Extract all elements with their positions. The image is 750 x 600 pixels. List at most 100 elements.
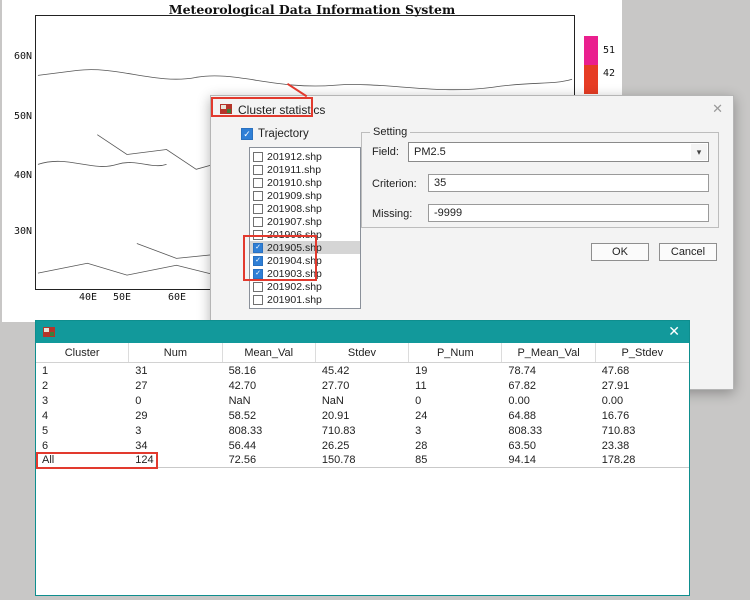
file-item[interactable]: 201909.shp <box>250 189 360 202</box>
trajectory-label: Trajectory <box>258 128 309 140</box>
y-axis-tick: 30N <box>4 226 32 237</box>
checkbox-icon[interactable]: ✓ <box>253 256 263 266</box>
file-item[interactable]: 201911.shp <box>250 163 360 176</box>
colorbar-value: 51 <box>603 45 615 56</box>
checkbox-icon[interactable]: ✓ <box>253 269 263 279</box>
table-cell: 3 <box>409 423 502 438</box>
trajectory-checkbox-row[interactable]: ✓ Trajectory <box>241 128 309 140</box>
checkbox-icon[interactable] <box>253 295 263 305</box>
column-header[interactable]: P_Num <box>409 343 502 362</box>
column-header[interactable]: P_Mean_Val <box>502 343 595 362</box>
checkbox-icon[interactable] <box>253 191 263 201</box>
column-header[interactable]: Cluster <box>36 343 129 362</box>
table-cell: All <box>36 453 129 467</box>
criterion-label: Criterion: <box>372 178 417 190</box>
chevron-down-icon[interactable]: ▾ <box>691 144 707 160</box>
checkbox-icon[interactable] <box>253 152 263 162</box>
field-value: PM2.5 <box>414 146 446 158</box>
table-cell: 58.52 <box>223 408 316 423</box>
table-titlebar[interactable]: ✕ <box>36 321 689 343</box>
file-name: 201906.shp <box>267 229 322 241</box>
table-cell: 5 <box>36 423 129 438</box>
missing-input[interactable] <box>428 204 709 222</box>
table-cell: 2 <box>36 378 129 393</box>
table-row[interactable]: 13158.1645.421978.7447.68 <box>36 363 689 378</box>
file-name: 201904.shp <box>267 255 322 267</box>
table-cell: 19 <box>409 363 502 378</box>
file-name: 201911.shp <box>267 164 321 176</box>
checkbox-icon[interactable] <box>253 178 263 188</box>
table-cell: 24 <box>409 408 502 423</box>
checkbox-icon[interactable] <box>253 165 263 175</box>
checkbox-icon[interactable] <box>253 230 263 240</box>
y-axis-tick: 60N <box>4 51 32 62</box>
checkbox-icon[interactable] <box>253 282 263 292</box>
desktop: Meteorological Data Information System 6… <box>0 0 750 600</box>
criterion-input[interactable] <box>428 174 709 192</box>
table-row[interactable]: 63456.4426.252863.5023.38 <box>36 438 689 453</box>
table-header-row: ClusterNumMean_ValStdevP_NumP_Mean_ValP_… <box>36 343 689 363</box>
file-name: 201903.shp <box>267 268 322 280</box>
table-row[interactable]: 53808.33710.833808.33710.83 <box>36 423 689 438</box>
file-name: 201908.shp <box>267 203 322 215</box>
cancel-button[interactable]: Cancel <box>659 243 717 261</box>
file-name: 201907.shp <box>267 216 322 228</box>
table-row[interactable]: All12472.56150.788594.14178.28 <box>36 453 689 468</box>
file-item[interactable]: 201901.shp <box>250 293 360 306</box>
table-cell: NaN <box>316 393 409 408</box>
table-cell: 63.50 <box>502 438 595 453</box>
field-label: Field: <box>372 146 399 158</box>
table-row[interactable]: 42958.5220.912464.8816.76 <box>36 408 689 423</box>
file-name: 201909.shp <box>267 190 322 202</box>
table-cell: 26.25 <box>316 438 409 453</box>
close-icon[interactable]: ✕ <box>668 323 680 340</box>
x-axis-tick: 50E <box>109 292 135 303</box>
ok-button[interactable]: OK <box>591 243 649 261</box>
checkbox-icon[interactable]: ✓ <box>241 128 253 140</box>
file-item[interactable]: ✓ 201904.shp <box>250 254 360 267</box>
file-item[interactable]: 201908.shp <box>250 202 360 215</box>
checkbox-icon[interactable]: ✓ <box>253 243 263 253</box>
table-cell: 23.38 <box>596 438 689 453</box>
app-icon <box>219 102 233 116</box>
checkbox-icon[interactable] <box>253 217 263 227</box>
file-item[interactable]: 201902.shp <box>250 280 360 293</box>
file-item[interactable]: 201910.shp <box>250 176 360 189</box>
table-cell: 0.00 <box>596 393 689 408</box>
file-item[interactable]: 201906.shp <box>250 228 360 241</box>
file-item[interactable]: 201912.shp <box>250 150 360 163</box>
table-cell: 67.82 <box>502 378 595 393</box>
table-cell: 45.42 <box>316 363 409 378</box>
table-cell: 3 <box>129 423 222 438</box>
column-header[interactable]: Num <box>129 343 222 362</box>
table-row[interactable]: 30NaNNaN00.000.00 <box>36 393 689 408</box>
colorbar-segment <box>584 65 598 94</box>
x-axis-tick: 60E <box>164 292 190 303</box>
table-cell: 124 <box>129 453 222 467</box>
file-item[interactable]: ✓ 201903.shp <box>250 267 360 280</box>
table-cell: 58.16 <box>223 363 316 378</box>
field-dropdown[interactable]: PM2.5 ▾ <box>408 142 709 162</box>
table-cell: 27 <box>129 378 222 393</box>
table-cell: 85 <box>409 453 502 467</box>
table-cell: 27.91 <box>596 378 689 393</box>
file-name: 201912.shp <box>267 151 322 163</box>
file-list[interactable]: 201912.shp201911.shp201910.shp201909.shp… <box>249 147 361 309</box>
table-cell: 78.74 <box>502 363 595 378</box>
table-cell: 808.33 <box>223 423 316 438</box>
table-cell: 0.00 <box>502 393 595 408</box>
column-header[interactable]: P_Stdev <box>596 343 689 362</box>
column-header[interactable]: Stdev <box>316 343 409 362</box>
table-cell: 34 <box>129 438 222 453</box>
file-item[interactable]: 201907.shp <box>250 215 360 228</box>
table-cell: 27.70 <box>316 378 409 393</box>
table-cell: 28 <box>409 438 502 453</box>
table-row[interactable]: 22742.7027.701167.8227.91 <box>36 378 689 393</box>
close-icon[interactable]: ✕ <box>712 101 723 117</box>
file-name: 201902.shp <box>267 281 322 293</box>
checkbox-icon[interactable] <box>253 204 263 214</box>
column-header[interactable]: Mean_Val <box>223 343 316 362</box>
table-cell: 4 <box>36 408 129 423</box>
file-item[interactable]: ✓201905.shp <box>250 241 360 254</box>
table-cell: 1 <box>36 363 129 378</box>
